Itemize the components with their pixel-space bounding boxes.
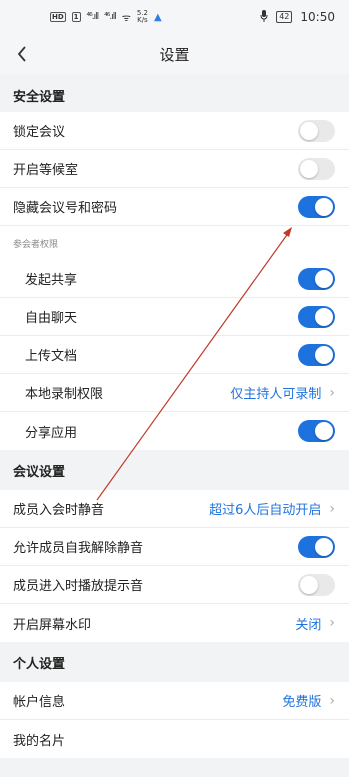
row-my-card[interactable]: 我的名片 [0, 720, 349, 758]
row-label: 开启等候室 [13, 163, 79, 178]
upload-doc-toggle[interactable] [298, 343, 335, 366]
toggle-knob [300, 121, 318, 140]
row-label: 锁定会议 [13, 125, 66, 140]
row-label: 允许成员自我解除静音 [13, 541, 144, 556]
chevron-right-icon: › [329, 615, 335, 631]
security-group: 锁定会议 开启等候室 隐藏会议号和密码 参会者权限 发起共享 自由聊天 上传文档… [0, 112, 349, 450]
chevron-right-icon: › [329, 692, 335, 709]
row-label: 自由聊天 [25, 311, 78, 326]
row-local-record[interactable]: 本地录制权限 仅主持人可录制 › [0, 374, 349, 412]
row-watermark[interactable]: 开启屏幕水印 关闭 › [0, 604, 349, 642]
section-header-personal: 个人设置 [0, 642, 349, 682]
share-app-toggle[interactable] [298, 420, 335, 442]
back-button[interactable] [8, 40, 36, 68]
toggle-knob [300, 159, 318, 178]
clock-time: 10:50 [300, 10, 335, 24]
row-label: 成员入会时静音 [13, 503, 105, 518]
participant-permissions-header: 参会者权限 [0, 226, 349, 260]
row-lock-meeting: 锁定会议 [0, 112, 349, 150]
nav-bar: 设置 [0, 34, 349, 74]
chevron-right-icon: › [329, 500, 335, 517]
page-title: 设置 [159, 45, 190, 64]
toggle-knob [315, 537, 333, 556]
row-allow-unmute: 允许成员自我解除静音 [0, 528, 349, 566]
hd-icon: HD [50, 12, 66, 22]
lock-meeting-toggle[interactable] [298, 119, 335, 142]
row-label: 隐藏会议号和密码 [13, 201, 118, 216]
value-text: 超过6人后自动开启 [209, 503, 322, 518]
signal-icon-2: ⁴⁶.ıll [104, 12, 117, 22]
row-label: 上传文档 [25, 349, 78, 364]
hide-id-password-toggle[interactable] [298, 195, 335, 218]
row-account[interactable]: 帐户信息 免费版 › [0, 682, 349, 720]
mute-on-join-value[interactable]: 超过6人后自动开启 › [209, 499, 335, 519]
row-share-app: 分享应用 [0, 412, 349, 450]
toggle-knob [315, 307, 333, 326]
status-left: HD 1 ⁴⁶.ıll ⁴⁶.ıll ᯤ 5.2 K/s ▲ [50, 10, 162, 24]
row-label: 本地录制权限 [25, 387, 104, 402]
battery-icon: 42 [276, 11, 293, 23]
row-free-chat: 自由聊天 [0, 298, 349, 336]
chevron-right-icon: › [329, 384, 335, 401]
row-label: 分享应用 [25, 425, 78, 441]
section-header-security: 安全设置 [0, 74, 349, 112]
app-notification-icon: ▲ [153, 11, 162, 23]
free-chat-toggle[interactable] [298, 305, 335, 328]
value-text: 免费版 [282, 695, 322, 710]
account-value[interactable]: 免费版 › [282, 691, 335, 711]
toggle-knob [315, 345, 333, 364]
allow-unmute-toggle[interactable] [298, 535, 335, 558]
row-hide-id-password: 隐藏会议号和密码 [0, 188, 349, 226]
toggle-knob [315, 422, 333, 440]
status-bar: HD 1 ⁴⁶.ıll ⁴⁶.ıll ᯤ 5.2 K/s ▲ 42 10:50 [0, 0, 349, 34]
row-label: 我的名片 [13, 733, 66, 749]
value-text: 关闭 [295, 617, 322, 633]
row-join-sound: 成员进入时播放提示音 [0, 566, 349, 604]
microphone-icon [260, 9, 268, 25]
row-label: 发起共享 [25, 273, 78, 288]
row-waiting-room: 开启等候室 [0, 150, 349, 188]
row-mute-on-join[interactable]: 成员入会时静音 超过6人后自动开启 › [0, 490, 349, 528]
section-header-meeting: 会议设置 [0, 450, 349, 490]
toggle-knob [315, 197, 333, 216]
sim-icon: 1 [71, 12, 81, 22]
local-record-value[interactable]: 仅主持人可录制 › [230, 383, 335, 403]
wifi-icon: ᯤ [121, 13, 131, 24]
row-label: 帐户信息 [13, 695, 66, 710]
back-arrow-icon [17, 46, 26, 62]
start-share-toggle[interactable] [298, 267, 335, 290]
status-right: 42 10:50 [260, 9, 335, 25]
row-label: 成员进入时播放提示音 [13, 579, 144, 594]
waiting-room-toggle[interactable] [298, 157, 335, 180]
value-text: 仅主持人可录制 [230, 387, 322, 402]
row-start-share: 发起共享 [0, 260, 349, 298]
personal-group: 帐户信息 免费版 › 我的名片 [0, 682, 349, 758]
toggle-knob [315, 269, 333, 288]
network-speed-unit: K/s [137, 16, 148, 24]
meeting-group: 成员入会时静音 超过6人后自动开启 › 允许成员自我解除静音 成员进入时播放提示… [0, 490, 349, 642]
watermark-value[interactable]: 关闭 › [295, 614, 335, 633]
signal-icon: ⁴⁶.ıll [86, 12, 100, 22]
row-upload-doc: 上传文档 [0, 336, 349, 374]
row-label: 开启屏幕水印 [13, 617, 92, 633]
toggle-knob [300, 575, 318, 594]
network-speed: 5.2 K/s [137, 10, 148, 24]
join-sound-toggle[interactable] [298, 573, 335, 596]
